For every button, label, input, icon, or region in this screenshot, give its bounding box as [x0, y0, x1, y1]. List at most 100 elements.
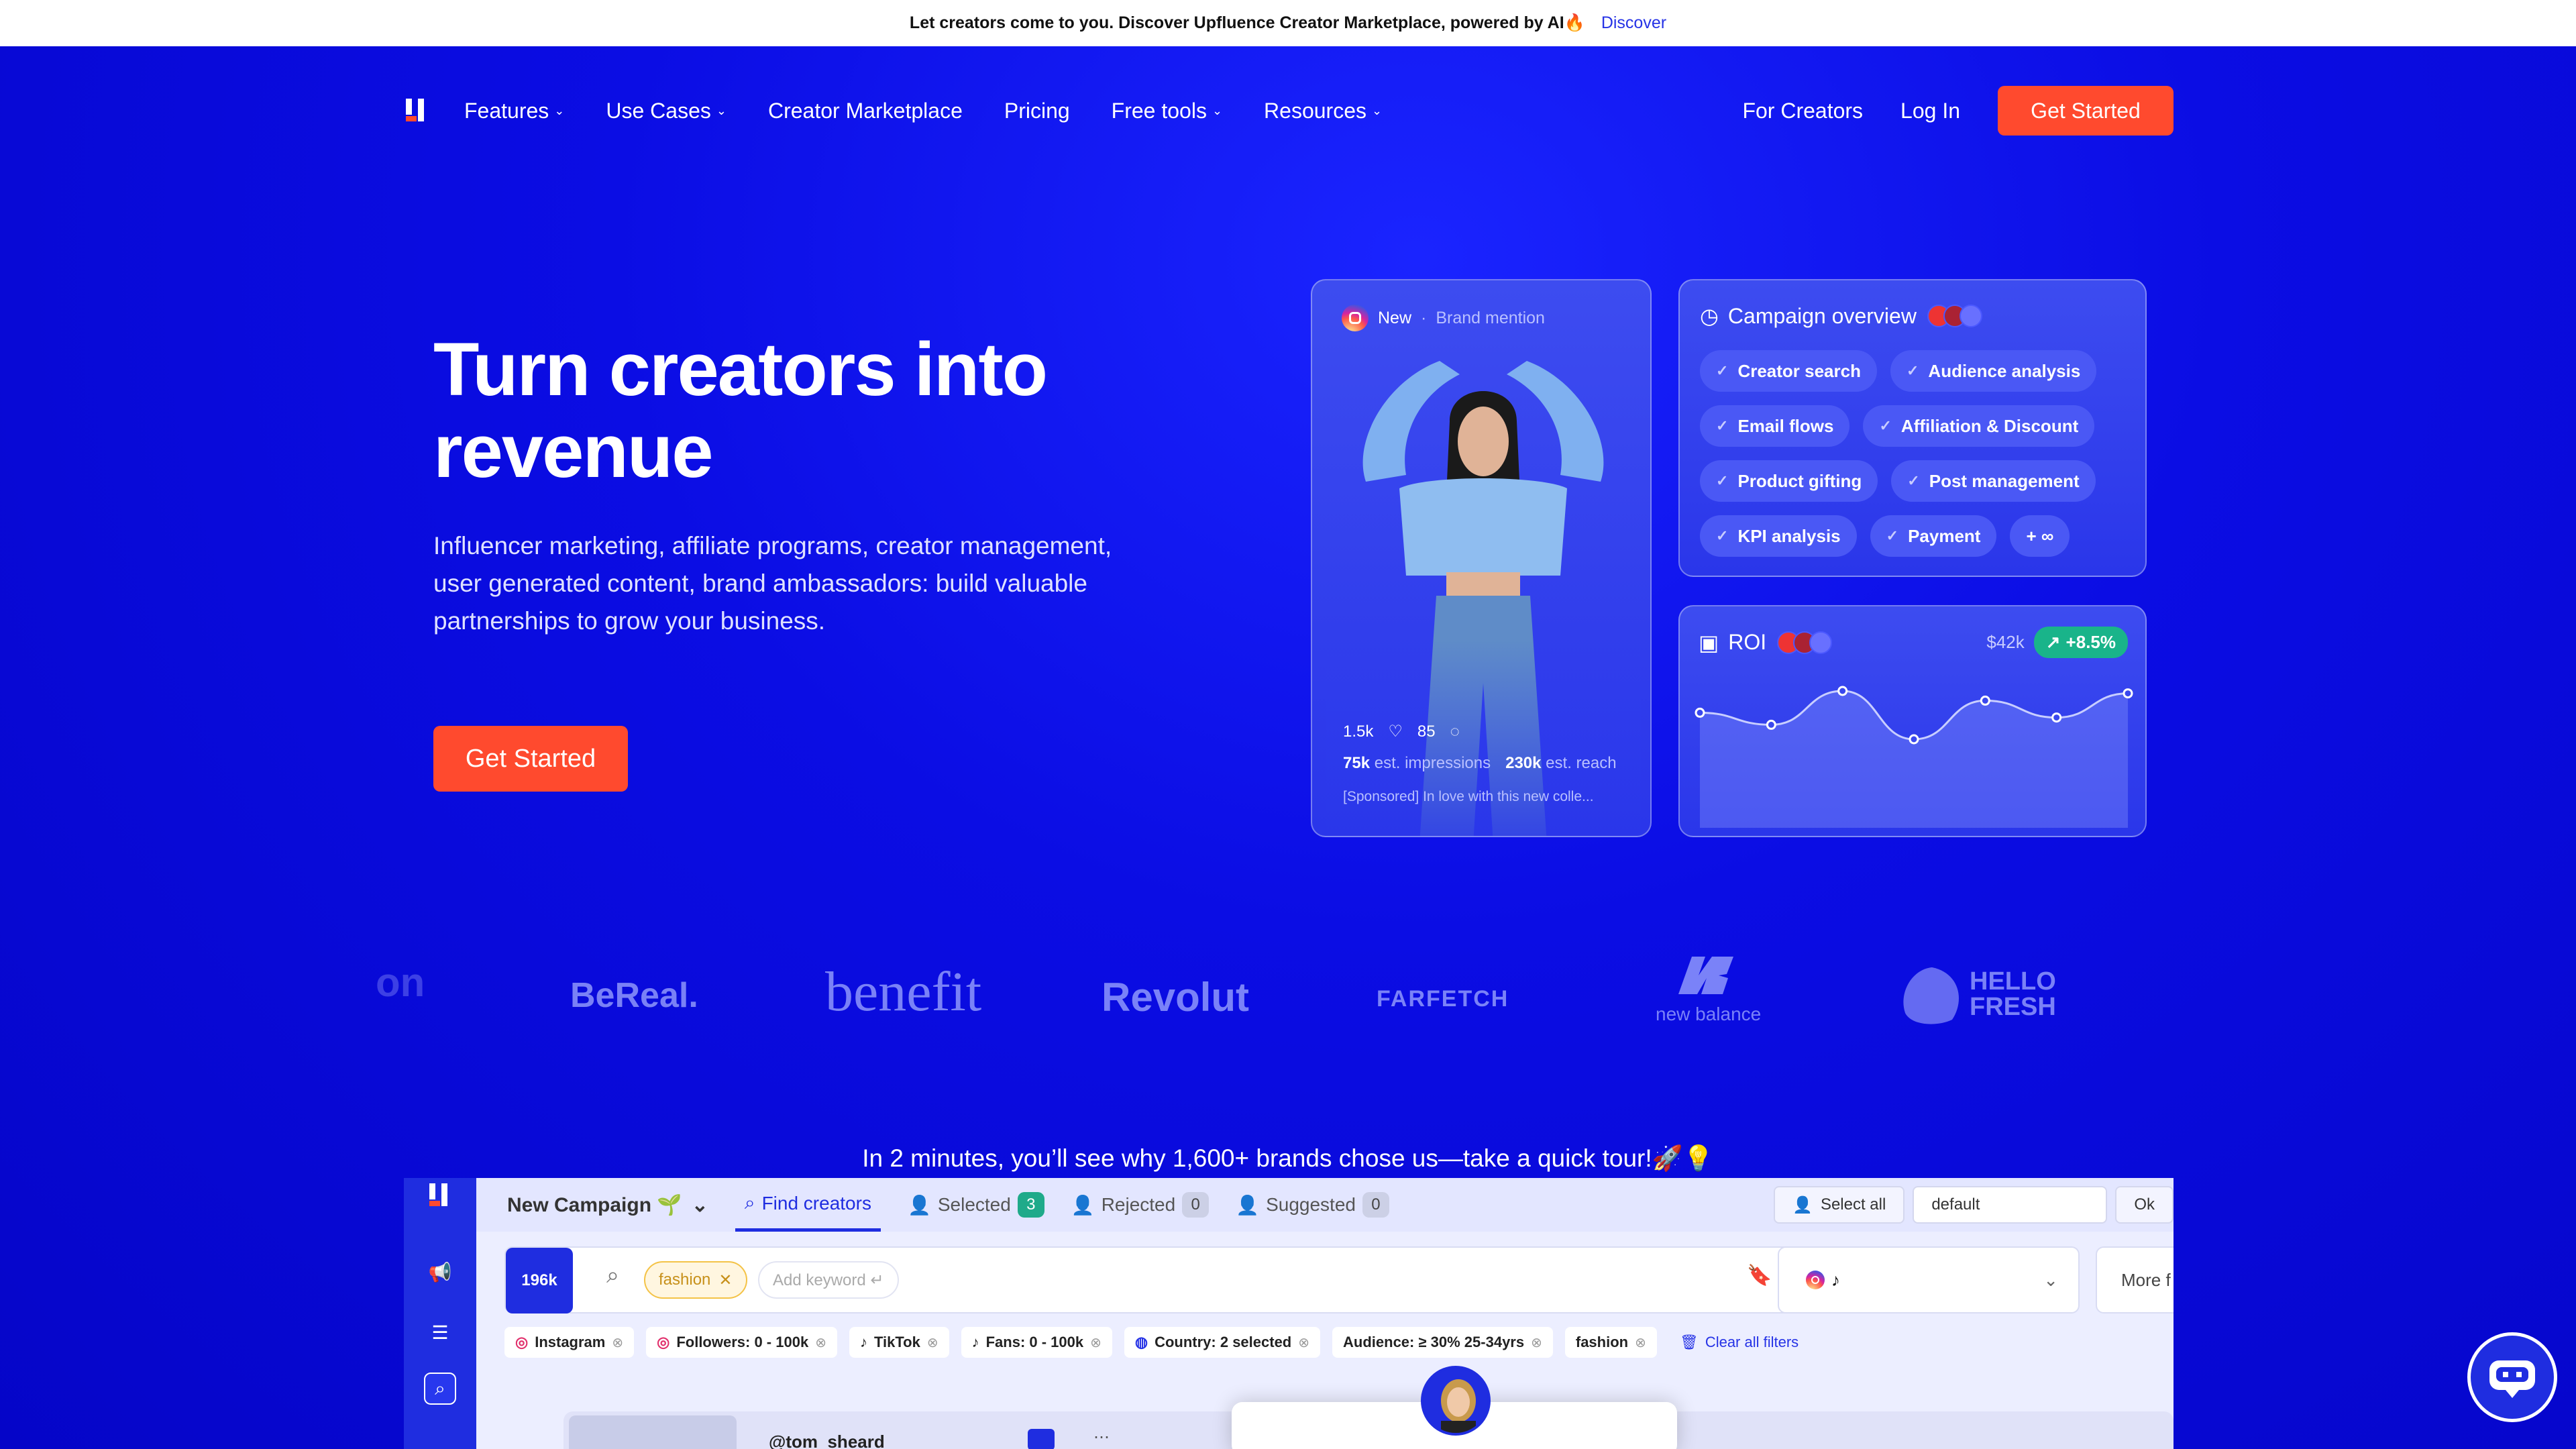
clear-filters-link[interactable]: 🗑 Clear all filters — [1669, 1327, 1809, 1358]
remove-icon[interactable]: ⊗ — [612, 1334, 623, 1351]
creator-handle[interactable]: @tom_sheard — [769, 1432, 885, 1449]
user-icon: 👤 — [1236, 1194, 1260, 1216]
brand-mention-card: New · Brand mention 1.5k ♡ 85 ◌ 75k est. i… — [1311, 279, 1652, 837]
tab-count: 0 — [1182, 1192, 1210, 1218]
filter-followers[interactable]: ◎ Followers: 0 - 100k ⊗ — [646, 1327, 837, 1358]
avatar — [1421, 1366, 1491, 1436]
hello-fresh-leaf-icon — [1903, 967, 1959, 1024]
nav-creator-marketplace[interactable]: Creator Marketplace — [768, 99, 963, 123]
chip-creator-search: ✓ Creator search — [1700, 350, 1877, 392]
tab-find-creators[interactable]: ⌕ Find creators — [735, 1178, 881, 1232]
nav-pricing-label: Pricing — [1004, 98, 1070, 123]
tab-rejected[interactable]: 👤 Rejected 0 — [1071, 1192, 1210, 1218]
clear-filters-label: Clear all filters — [1705, 1334, 1799, 1350]
instagram-icon — [1806, 1271, 1825, 1289]
logo-bereal: BeReal. — [570, 976, 698, 1015]
platform-select[interactable]: ♪ ⌄ — [1778, 1246, 2080, 1313]
remove-icon[interactable]: ⊗ — [927, 1334, 938, 1351]
filter-audience[interactable]: Audience: ≥ 30% 25-34yrs ⊗ — [1332, 1327, 1553, 1358]
upfluence-logo[interactable] — [402, 97, 431, 125]
list-icon[interactable]: ☰ — [424, 1316, 456, 1348]
tab-label: Selected — [937, 1194, 1011, 1215]
app-sidebar: 📢 ☰ ⌕ — [404, 1178, 476, 1449]
sort-select[interactable]: default — [1913, 1186, 2108, 1224]
remove-icon[interactable]: ⊗ — [815, 1334, 826, 1351]
logo-revolut: Revolut — [1102, 975, 1250, 1020]
roi-point — [1909, 734, 1919, 745]
search-icon: ⌕ — [606, 1263, 620, 1288]
filter-fans[interactable]: ♪ Fans: 0 - 100k ⊗ — [961, 1327, 1112, 1358]
main-nav: Features ⌄ Use Cases ⌄ Creator Marketplace… — [402, 86, 2174, 136]
tour-text: In 2 minutes, you’ll see why 1,600+ bran… — [862, 1144, 1714, 1172]
check-icon: ✓ — [1886, 527, 1899, 544]
remove-icon[interactable]: ⊗ — [1090, 1334, 1102, 1351]
check-icon: ✓ — [1907, 472, 1920, 489]
remove-icon[interactable]: ⊗ — [1298, 1334, 1309, 1351]
chip-payment: ✓ Payment — [1870, 515, 1997, 557]
app-logo[interactable] — [424, 1179, 456, 1212]
nav-use-cases[interactable]: Use Cases ⌄ — [606, 99, 727, 123]
filter-tiktok[interactable]: ♪ TikTok ⊗ — [849, 1327, 949, 1358]
filter-label: fashion — [1575, 1334, 1629, 1350]
search-icon[interactable]: ⌕ — [424, 1373, 456, 1405]
user-check-icon: 👤 — [907, 1194, 931, 1216]
hero-get-started-button[interactable]: Get Started — [433, 726, 628, 792]
tab-selected[interactable]: 👤 Selected 3 — [908, 1192, 1044, 1218]
nav-free-tools[interactable]: Free tools ⌄ — [1112, 99, 1222, 123]
chip-label: KPI analysis — [1737, 525, 1841, 546]
nav-use-cases-label: Use Cases — [606, 98, 711, 123]
select-all-button[interactable]: 👤 Select all — [1774, 1186, 1905, 1224]
campaign-selector[interactable]: New Campaign 🌱 ⌄ — [507, 1193, 708, 1217]
campaign-overview-title: Campaign overview — [1727, 303, 1917, 328]
reach-value: 230k — [1505, 754, 1542, 772]
tiktok-icon: ♪ — [971, 1334, 979, 1350]
chatbot-button[interactable] — [2467, 1332, 2557, 1422]
team-icon[interactable] — [1028, 1429, 1055, 1449]
remove-icon[interactable]: ✕ — [718, 1271, 732, 1290]
filter-country[interactable]: ◍ Country: 2 selected ⊗ — [1124, 1327, 1321, 1358]
roi-card: ▣ ROI $42k ↗ +8.5% — [1678, 605, 2147, 837]
heart-icon: ♡ — [1388, 722, 1403, 741]
bookmark-icon[interactable]: 🔖 — [1747, 1264, 1772, 1287]
more-filters-button[interactable]: More f — [2096, 1246, 2174, 1313]
trash-icon: 🗑 — [1679, 1334, 1699, 1350]
nav-get-started-button[interactable]: Get Started — [1998, 86, 2174, 136]
keyword-chip[interactable]: fashion ✕ — [644, 1261, 747, 1299]
filter-label: Country: 2 selected — [1155, 1334, 1292, 1350]
for-creators-link[interactable]: For Creators — [1742, 99, 1863, 123]
filter-instagram[interactable]: ◎ Instagram ⊗ — [504, 1327, 635, 1358]
nav-right: For Creators Log In Get Started — [1742, 86, 2174, 136]
filter-keyword[interactable]: fashion ⊗ — [1564, 1327, 1657, 1358]
results-count: 196k — [506, 1248, 573, 1313]
nav-resources[interactable]: Resources ⌄ — [1264, 99, 1382, 123]
post-header: New · Brand mention — [1342, 305, 1545, 331]
megaphone-icon[interactable]: 📢 — [424, 1256, 456, 1288]
impressions-value: 75k — [1343, 754, 1371, 772]
app-preview: 📢 ☰ ⌕ New Campaign 🌱 ⌄ ⌕ Find creators 👤 Se… — [404, 1178, 2174, 1449]
login-link[interactable]: Log In — [1900, 99, 1960, 123]
announcement-bar: Let creators come to you. Discover Upflu… — [0, 0, 2576, 46]
remove-icon[interactable]: ⊗ — [1635, 1334, 1646, 1351]
app-toolbar: New Campaign 🌱 ⌄ ⌕ Find creators 👤 Selected… — [476, 1178, 2174, 1232]
remove-icon[interactable]: ⊗ — [1531, 1334, 1542, 1351]
logo-new-balance: new balance — [1656, 1004, 1762, 1024]
discover-link[interactable]: Discover — [1601, 13, 1666, 33]
ok-button[interactable]: Ok — [2115, 1186, 2174, 1224]
add-keyword-input[interactable]: Add keyword ↵ — [758, 1261, 899, 1299]
tab-suggested[interactable]: 👤 Suggested 0 — [1236, 1192, 1389, 1218]
nav-features[interactable]: Features ⌄ — [464, 99, 564, 123]
more-icon[interactable]: ⋯ — [1093, 1428, 1110, 1447]
roi-point — [1980, 695, 1990, 706]
chip-label: Affiliation & Discount — [1900, 415, 2079, 436]
nav-pricing[interactable]: Pricing — [1004, 99, 1070, 123]
logo-farfetch: FARFETCH — [1377, 986, 1509, 1012]
chevron-down-icon: ⌄ — [716, 103, 727, 117]
tab-count: 0 — [1362, 1192, 1389, 1218]
post-caption: [Sponsored] In love with this new colle.… — [1343, 789, 1594, 804]
user-icon: 👤 — [1792, 1195, 1813, 1214]
roi-area — [1700, 691, 2128, 828]
engagement-stats: 1.5k ♡ 85 ◌ — [1343, 722, 1460, 741]
tiktok-icon: ♪ — [859, 1334, 867, 1350]
chip-email-flows: ✓ Email flows — [1700, 405, 1850, 447]
chip-label: Creator search — [1737, 360, 1861, 381]
